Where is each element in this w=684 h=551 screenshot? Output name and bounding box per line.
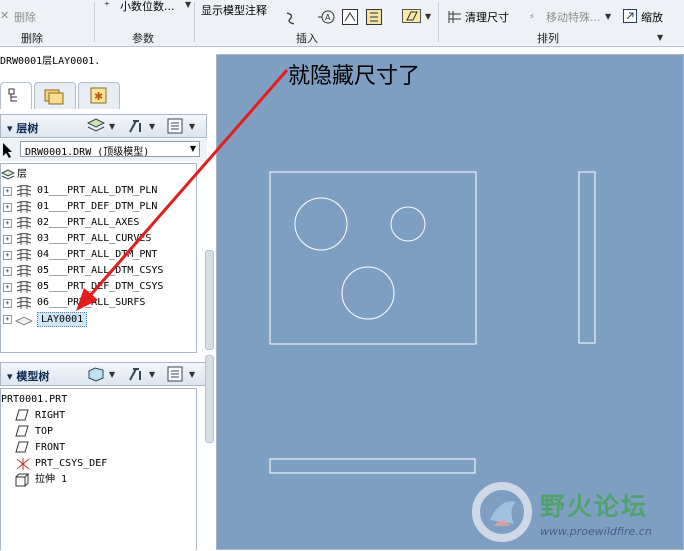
watermark-logo — [472, 482, 532, 542]
watermark-url: www.proewildfire.cn — [540, 525, 652, 538]
annotation-arrow — [76, 69, 289, 311]
watermark-text: 野火论坛 — [540, 492, 649, 521]
